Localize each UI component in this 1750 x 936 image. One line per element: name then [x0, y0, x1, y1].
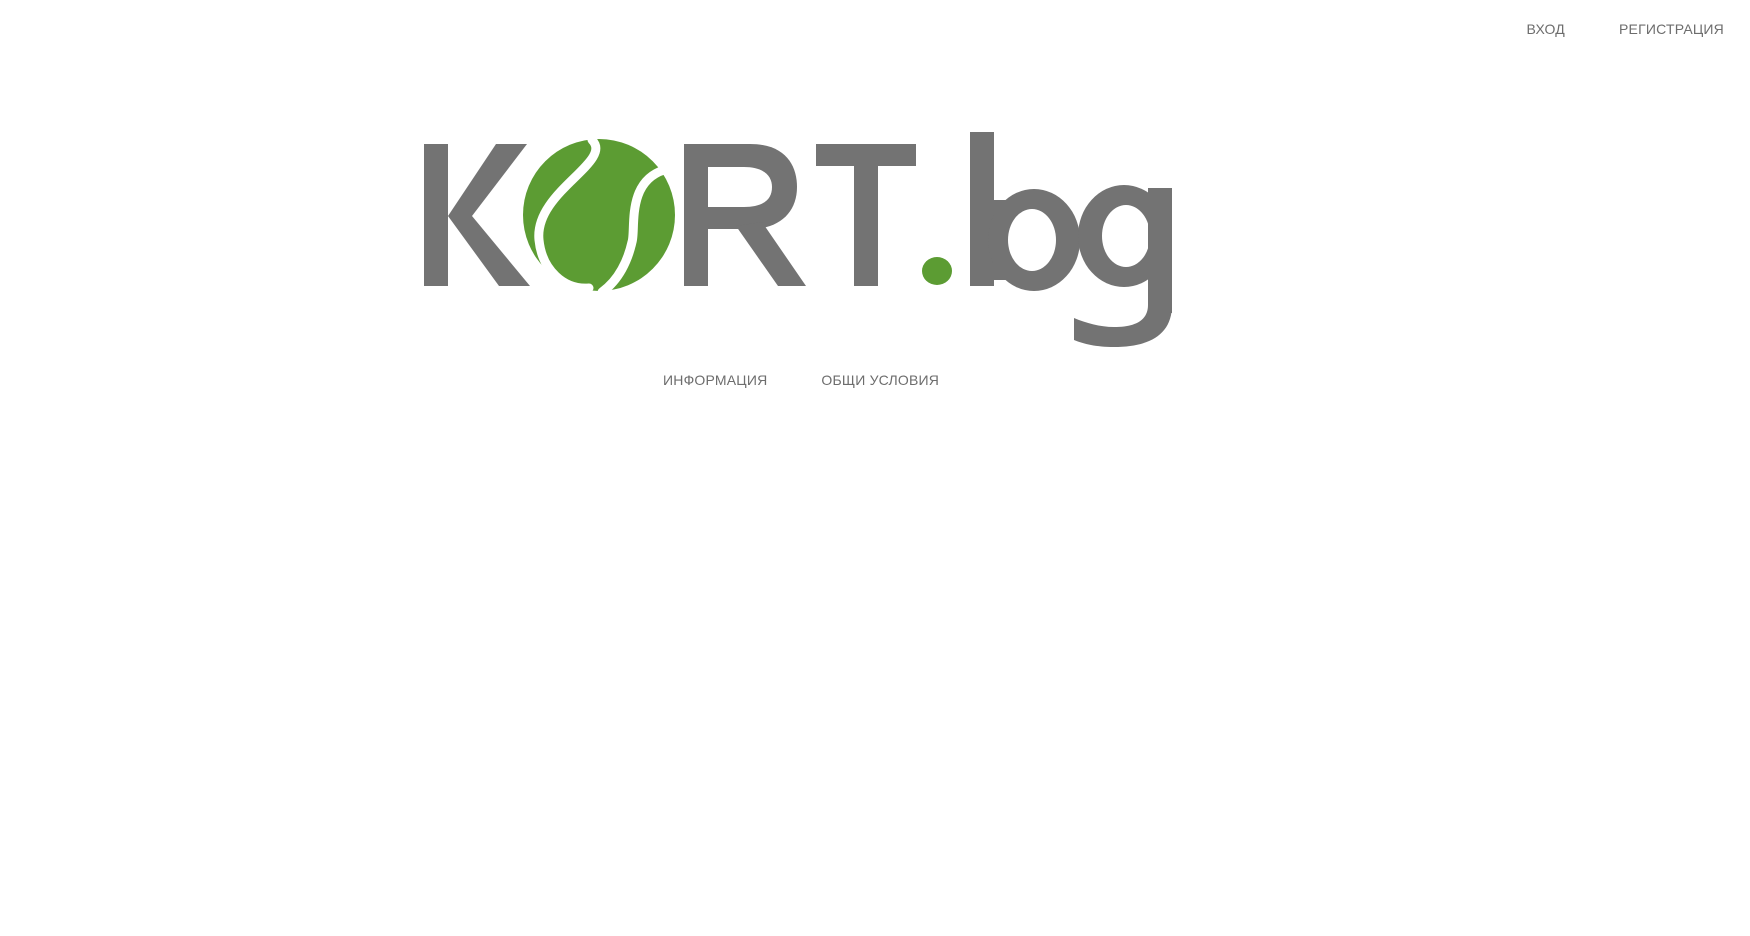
logo-letter-g — [1074, 185, 1172, 347]
login-link[interactable]: ВХОД — [1527, 21, 1565, 37]
info-link[interactable]: ИНФОРМАЦИЯ — [663, 372, 767, 388]
logo-letter-r — [684, 144, 806, 286]
logo-letter-k — [424, 144, 530, 286]
center-nav: ИНФОРМАЦИЯ ОБЩИ УСЛОВИЯ — [663, 372, 939, 388]
logo-dot — [922, 257, 952, 285]
kort-logo[interactable] — [414, 120, 1184, 350]
tennis-ball-icon — [523, 135, 675, 297]
terms-link[interactable]: ОБЩИ УСЛОВИЯ — [821, 372, 939, 388]
logo-letter-b — [970, 132, 1080, 291]
logo-letter-t — [816, 144, 916, 286]
page: ВХОД РЕГИСТРАЦИЯ ИНФОРМАЦИЯ ОБЩИ УСЛОВИЯ — [0, 0, 1750, 936]
register-link[interactable]: РЕГИСТРАЦИЯ — [1619, 21, 1724, 37]
top-nav: ВХОД РЕГИСТРАЦИЯ — [1527, 21, 1724, 37]
